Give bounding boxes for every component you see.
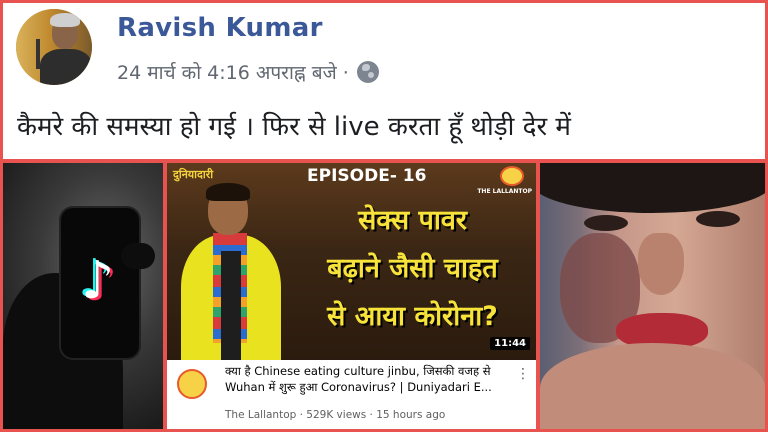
globe-icon xyxy=(356,61,379,83)
thumbnail-headline-line-1: सेक्स पावर xyxy=(358,205,467,236)
upload-age: 15 hours ago xyxy=(376,409,446,421)
finger-silhouette xyxy=(121,243,155,269)
avatar-hair xyxy=(50,13,80,27)
post-meta: 24 मार्च को 4:16 अपराह्न बजे · xyxy=(117,59,379,85)
nose xyxy=(638,233,684,295)
meta-separator: · xyxy=(296,409,307,421)
view-count: 529K views xyxy=(306,409,367,421)
presenter-hair xyxy=(206,183,250,201)
tiktok-phone-image: ♪ xyxy=(3,163,163,429)
thumbnail-headline-line-2: बढ़ाने जैसी चाहत xyxy=(327,253,498,284)
video-metadata: The Lallantop · 529K views · 15 hours ag… xyxy=(225,409,445,421)
video-title-line-1: क्या है Chinese eating culture jinbu, जि… xyxy=(225,364,491,378)
video-thumbnail[interactable]: दुनियादारी EPISODE- 16 THE LALLANTOP सेक… xyxy=(167,163,536,360)
more-options-icon[interactable]: ⋮ xyxy=(516,367,530,381)
tiktok-logo-icon: ♪ xyxy=(81,251,115,311)
hand-under-chin xyxy=(540,343,765,429)
face-hair xyxy=(540,163,765,213)
channel-name[interactable]: The Lallantop xyxy=(225,409,296,421)
face-photo xyxy=(540,163,765,429)
channel-avatar[interactable] xyxy=(177,369,207,399)
thumbnail-tag: दुनियादारी xyxy=(173,168,214,181)
post-text: कैमरे की समस्या हो गई । फिर से live करता… xyxy=(17,112,571,142)
video-duration-badge: 11:44 xyxy=(490,337,530,350)
facebook-post: Ravish Kumar 24 मार्च को 4:16 अपराह्न बज… xyxy=(3,3,765,159)
presenter-vest xyxy=(221,251,241,360)
avatar-body xyxy=(40,49,92,85)
left-eye xyxy=(584,215,628,231)
video-title[interactable]: क्या है Chinese eating culture jinbu, जि… xyxy=(225,363,515,395)
presenter-figure xyxy=(173,181,293,360)
brand-label: THE LALLANTOP xyxy=(477,188,532,195)
episode-label: EPISODE- 16 xyxy=(307,166,427,186)
post-author[interactable]: Ravish Kumar xyxy=(117,13,323,43)
thumbnail-headline-line-3: से आया कोरोना? xyxy=(327,301,498,332)
lallantop-logo-icon xyxy=(500,166,524,186)
collage-frame: Ravish Kumar 24 मार्च को 4:16 अपराह्न बज… xyxy=(0,0,768,432)
youtube-video-card[interactable]: दुनियादारी EPISODE- 16 THE LALLANTOP सेक… xyxy=(167,163,536,429)
avatar[interactable] xyxy=(16,9,92,85)
meta-separator: · xyxy=(366,409,377,421)
video-title-line-2: Wuhan में शुरू हुआ Coronavirus? | Duniya… xyxy=(225,380,492,394)
post-timestamp[interactable]: 24 मार्च को 4:16 अपराह्न बजे · xyxy=(117,59,349,85)
right-eye xyxy=(696,211,740,227)
